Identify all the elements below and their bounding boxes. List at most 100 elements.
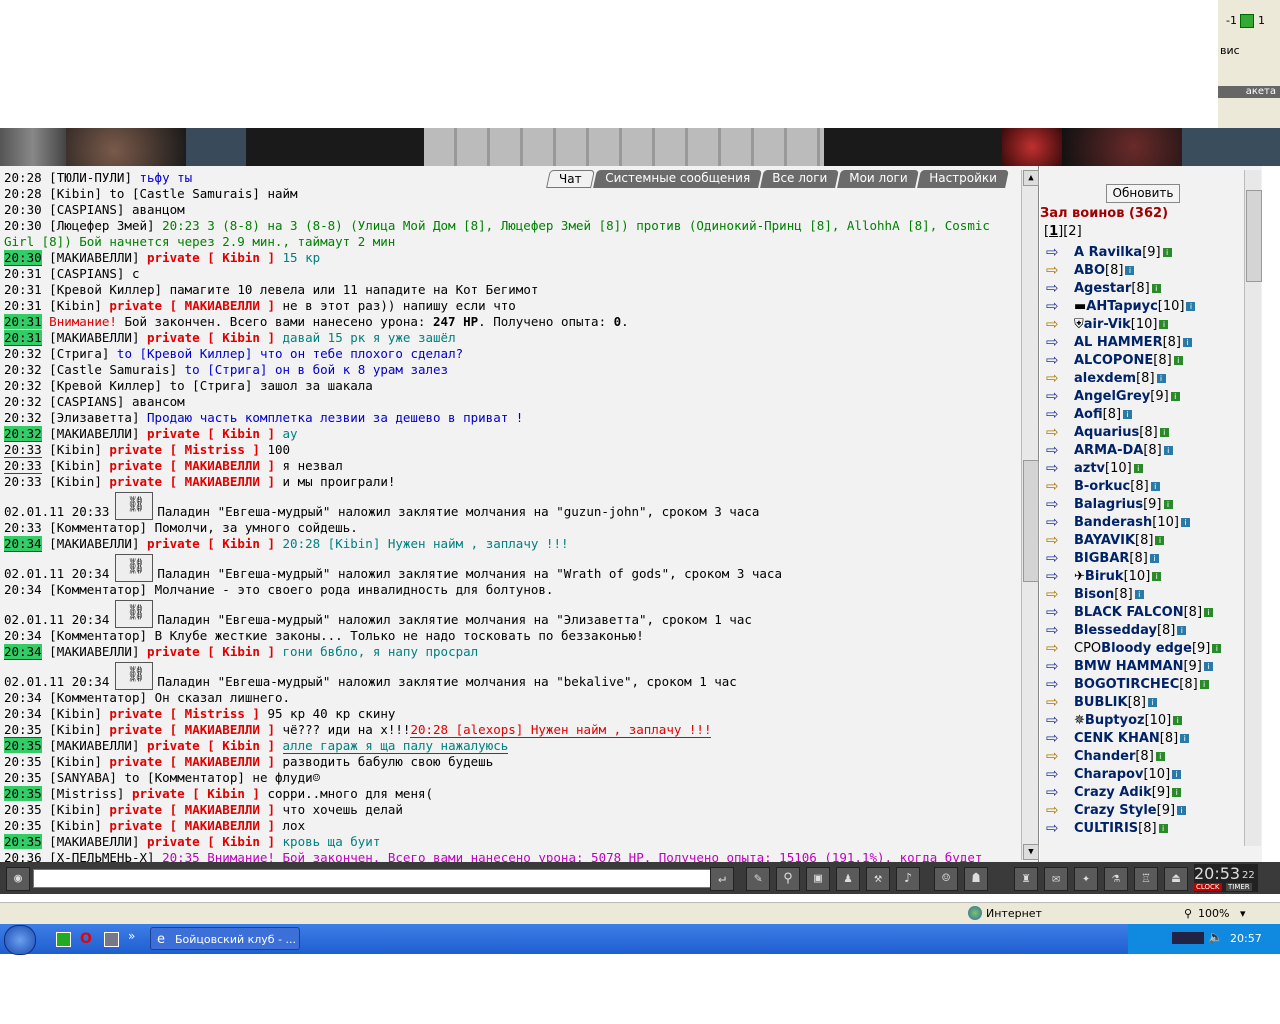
chat-timestamp[interactable]: 20:34 — [4, 582, 42, 597]
attack-arrow-icon[interactable] — [1042, 765, 1064, 783]
chat-nick[interactable]: Комментатор — [57, 582, 140, 597]
player-name[interactable]: Charapov — [1074, 767, 1143, 782]
chat-timestamp[interactable]: 20:33 — [4, 442, 42, 458]
player-name[interactable]: AngelGrey — [1074, 389, 1150, 404]
player-info-icon[interactable]: i — [1155, 752, 1165, 761]
chat-nick[interactable]: CASPIANS — [57, 394, 117, 409]
chat-nick[interactable]: Кревой Киллер — [57, 282, 155, 297]
chat-nick[interactable]: Кревой Киллер — [57, 378, 155, 393]
chat-timestamp[interactable]: 20:33 — [4, 520, 42, 535]
zoom-level[interactable]: 100% — [1198, 907, 1229, 920]
player-name[interactable]: ALCOPONE — [1074, 353, 1153, 368]
attack-arrow-icon[interactable] — [1042, 495, 1064, 513]
player-info-icon[interactable]: i — [1151, 284, 1161, 293]
player-info-icon[interactable]: i — [1159, 428, 1169, 437]
player-name[interactable]: Biruk — [1085, 569, 1124, 584]
to-recipient[interactable]: Кревой Киллер — [147, 346, 245, 361]
player-info-icon[interactable]: i — [1148, 698, 1157, 707]
private-recipient[interactable]: МАКИАВЕЛЛИ — [185, 458, 260, 473]
page-link-2[interactable]: 2 — [1068, 224, 1076, 239]
attack-arrow-icon[interactable] — [1042, 729, 1064, 747]
player-info-icon[interactable]: i — [1204, 608, 1214, 617]
chat-timestamp[interactable]: 20:32 — [4, 394, 42, 409]
tab-3[interactable]: Мои логи — [836, 170, 920, 188]
private-recipient[interactable]: Kibin — [222, 738, 260, 753]
page-link-current[interactable]: 1 — [1049, 224, 1058, 239]
player-name[interactable]: Agestar — [1074, 281, 1131, 296]
attack-arrow-icon[interactable] — [1042, 405, 1064, 423]
chat-timestamp[interactable]: 20:35 — [4, 786, 42, 801]
attack-arrow-icon[interactable] — [1042, 513, 1064, 531]
chat-timestamp[interactable]: 20:35 — [4, 738, 42, 753]
attack-arrow-icon[interactable] — [1042, 369, 1064, 387]
scroll-icon[interactable]: ✉ — [1044, 867, 1068, 891]
save-icon[interactable]: ▣ — [806, 867, 830, 891]
player-name[interactable]: ABO — [1074, 263, 1105, 278]
more-quicklaunch-icon[interactable]: » — [128, 929, 135, 943]
scroll-down-arrow-icon[interactable]: ▼ — [1023, 844, 1039, 860]
chat-nick[interactable]: Kibin — [57, 298, 95, 313]
player-info-icon[interactable]: i — [1159, 320, 1169, 329]
chat-timestamp[interactable]: 20:35 — [4, 834, 42, 849]
player-info-icon[interactable]: i — [1177, 626, 1187, 635]
player-info-icon[interactable]: i — [1177, 806, 1187, 815]
chat-scroll-thumb[interactable] — [1023, 460, 1039, 582]
player-name[interactable]: BAYAVIK — [1074, 533, 1135, 548]
player-info-icon[interactable]: i — [1180, 518, 1190, 527]
player-info-icon[interactable]: i — [1133, 464, 1143, 473]
chat-timestamp[interactable]: 20:35 — [4, 754, 42, 769]
player-info-icon[interactable]: i — [1173, 716, 1183, 725]
network-icon[interactable] — [1172, 932, 1204, 944]
player-name[interactable]: CULTIRIS — [1074, 821, 1138, 836]
chat-timestamp[interactable]: 20:32 — [4, 410, 42, 425]
sidebar-scroll-thumb[interactable] — [1246, 190, 1262, 282]
player-name[interactable]: Buptyoz — [1085, 713, 1145, 728]
chat-timestamp[interactable]: 20:31 — [4, 266, 42, 281]
player-name[interactable]: BIGBAR — [1074, 551, 1129, 566]
private-recipient[interactable]: МАКИАВЕЛЛИ — [185, 754, 260, 769]
to-recipient[interactable]: Комментатор — [155, 770, 238, 785]
tab-2[interactable]: Все логи — [759, 170, 839, 188]
chat-nick[interactable]: Kibin — [57, 706, 95, 721]
private-recipient[interactable]: Kibin — [222, 834, 260, 849]
player-name[interactable]: Chander — [1074, 749, 1135, 764]
start-button[interactable] — [4, 925, 36, 955]
potion-icon[interactable]: ⚗ — [1104, 867, 1128, 891]
book-icon[interactable]: ✦ — [1074, 867, 1098, 891]
chat-timestamp[interactable]: 20:35 — [4, 770, 42, 785]
private-recipient[interactable]: МАКИАВЕЛЛИ — [185, 474, 260, 489]
chat-nick[interactable]: SANYABA — [57, 770, 110, 785]
attack-arrow-icon[interactable] — [1042, 801, 1064, 819]
chat-nick[interactable]: Kibin — [57, 722, 95, 737]
chat-timestamp[interactable]: 20:31 — [4, 314, 42, 329]
attack-arrow-icon[interactable] — [1042, 351, 1064, 369]
attack-arrow-icon[interactable] — [1042, 315, 1064, 333]
player-info-icon[interactable]: i — [1180, 734, 1190, 743]
attack-arrow-icon[interactable] — [1042, 261, 1064, 279]
player-name[interactable]: ARMA-DA — [1074, 443, 1143, 458]
chat-timestamp[interactable]: 20:28 — [4, 186, 42, 201]
attack-arrow-icon[interactable] — [1042, 243, 1064, 261]
private-recipient[interactable]: Kibin — [222, 330, 260, 345]
send-icon[interactable]: ↵ — [710, 867, 734, 891]
attack-arrow-icon[interactable] — [1042, 639, 1064, 657]
player-name[interactable]: BOGOTIRCHEC — [1074, 677, 1179, 692]
chat-nick[interactable]: Kibin — [57, 442, 95, 457]
chat-input[interactable] — [33, 869, 713, 888]
player-name[interactable]: Aofi — [1074, 407, 1103, 422]
chat-nick[interactable]: Комментатор — [57, 690, 140, 705]
private-recipient[interactable]: Kibin — [222, 426, 260, 441]
private-recipient[interactable]: Kibin — [222, 250, 260, 265]
player-info-icon[interactable]: i — [1203, 662, 1213, 671]
attack-arrow-icon[interactable] — [1042, 783, 1064, 801]
player-name[interactable]: aztv — [1074, 461, 1105, 476]
tab-0[interactable]: Чат — [546, 170, 595, 188]
timer-label[interactable]: TIMER — [1226, 883, 1252, 891]
player-info-icon[interactable]: i — [1155, 536, 1165, 545]
chat-timestamp[interactable]: 20:34 — [4, 536, 42, 552]
attack-arrow-icon[interactable] — [1042, 711, 1064, 729]
attack-arrow-icon[interactable] — [1042, 693, 1064, 711]
refresh-button[interactable]: Обновить — [1106, 184, 1180, 203]
player-name[interactable]: Blessedday — [1074, 623, 1157, 638]
chat-nick[interactable]: МАКИАВЕЛЛИ — [57, 426, 132, 441]
